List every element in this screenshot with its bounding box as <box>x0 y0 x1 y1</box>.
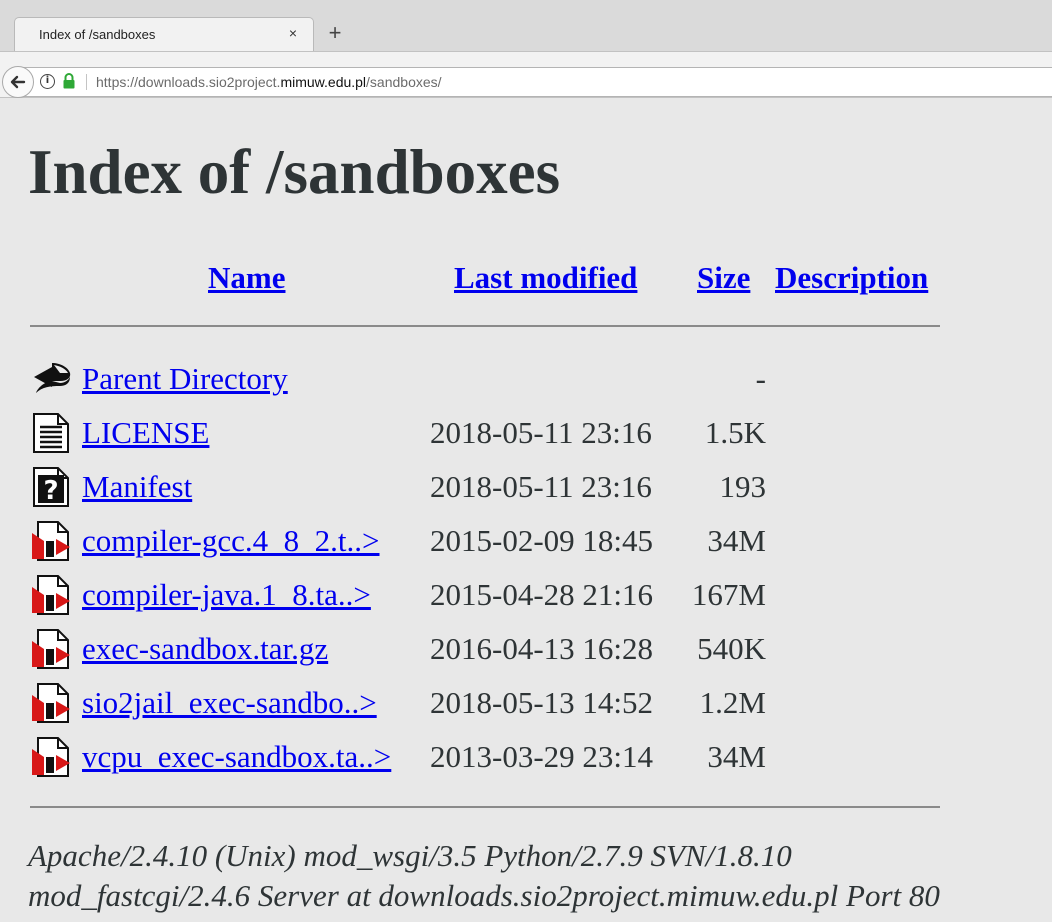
server-signature-line1: Apache/2.4.10 (Unix) mod_wsgi/3.5 Python… <box>28 838 792 873</box>
url-host: mimuw.edu.pl <box>280 74 367 90</box>
table-row: compiler-java.1_8.ta..> 2015-04-28 21:16… <box>0 573 1052 627</box>
file-link[interactable]: Manifest <box>82 467 192 507</box>
unknown-file-icon: ? <box>33 467 69 507</box>
file-date: 2018-05-13 14:52 <box>430 685 654 720</box>
server-signature: Apache/2.4.10 (Unix) mod_wsgi/3.5 Python… <box>28 836 940 916</box>
file-date: 2018-05-11 23:16 <box>430 415 652 450</box>
header-description-link[interactable]: Description <box>775 258 928 298</box>
table-row: ? Manifest 2018-05-11 23:16 193 <box>0 465 1052 519</box>
compressed-file-icon <box>32 521 70 561</box>
header-last-modified-link[interactable]: Last modified <box>454 258 637 298</box>
table-row: exec-sandbox.tar.gz 2016-04-13 16:28 540… <box>0 627 1052 681</box>
url-path: /sandboxes/ <box>366 74 442 90</box>
file-date: 2015-02-09 18:45 <box>430 523 654 558</box>
file-size: 193 <box>719 469 767 504</box>
back-icon <box>34 363 71 393</box>
compressed-file-icon <box>32 629 70 669</box>
file-size: 34M <box>707 523 766 558</box>
file-date: 2015-04-28 21:16 <box>430 577 654 612</box>
info-icon[interactable]: i <box>40 74 55 89</box>
tab-close-icon[interactable]: × <box>289 25 297 41</box>
header-name-link[interactable]: Name <box>208 258 285 298</box>
file-size: - <box>755 361 766 396</box>
file-size: 1.5K <box>704 415 766 450</box>
lock-icon[interactable] <box>62 72 76 90</box>
file-date: 2016-04-13 16:28 <box>430 631 654 666</box>
server-signature-line2: mod_fastcgi/2.4.6 Server at downloads.si… <box>28 878 940 913</box>
file-size: 34M <box>707 739 766 774</box>
table-row: LICENSE 2018-05-11 23:16 1.5K <box>0 411 1052 465</box>
url-separator <box>86 74 87 90</box>
new-tab-button[interactable]: + <box>322 20 348 46</box>
svg-text:?: ? <box>43 476 58 506</box>
file-date: 2018-05-11 23:16 <box>430 469 652 504</box>
file-link[interactable]: exec-sandbox.tar.gz <box>82 629 328 669</box>
compressed-file-icon <box>32 575 70 615</box>
file-link[interactable]: compiler-gcc.4_8_2.t..> <box>82 521 380 561</box>
file-size: 1.2M <box>699 685 766 720</box>
footer-divider <box>30 806 940 808</box>
file-link[interactable]: LICENSE <box>82 413 209 453</box>
table-row: compiler-gcc.4_8_2.t..> 2015-02-09 18:45… <box>0 519 1052 573</box>
url-text[interactable]: https://downloads.sio2project.mimuw.edu.… <box>96 74 442 90</box>
file-link[interactable]: sio2jail_exec-sandbo..> <box>82 683 377 723</box>
header-size-link[interactable]: Size <box>697 258 750 298</box>
file-link[interactable]: Parent Directory <box>82 359 288 399</box>
file-size: 167M <box>691 577 766 612</box>
table-row: vcpu_exec-sandbox.ta..> 2013-03-29 23:14… <box>0 735 1052 789</box>
text-file-icon <box>33 413 69 453</box>
url-prefix: https://downloads.sio2project. <box>96 74 281 90</box>
table-row: Parent Directory - <box>0 357 1052 411</box>
header-divider <box>30 325 940 327</box>
compressed-file-icon <box>32 683 70 723</box>
tab-active[interactable]: Index of /sandboxes × <box>14 17 314 51</box>
file-link[interactable]: compiler-java.1_8.ta..> <box>82 575 371 615</box>
file-date: 2013-03-29 23:14 <box>430 739 654 774</box>
back-arrow-icon <box>10 75 26 89</box>
table-row: sio2jail_exec-sandbo..> 2018-05-13 14:52… <box>0 681 1052 735</box>
page-title: Index of /sandboxes <box>28 137 561 207</box>
back-button[interactable] <box>2 66 34 98</box>
tab-title: Index of /sandboxes <box>39 27 156 42</box>
compressed-file-icon <box>32 737 70 777</box>
file-link[interactable]: vcpu_exec-sandbox.ta..> <box>82 737 391 777</box>
file-size: 540K <box>697 631 766 666</box>
